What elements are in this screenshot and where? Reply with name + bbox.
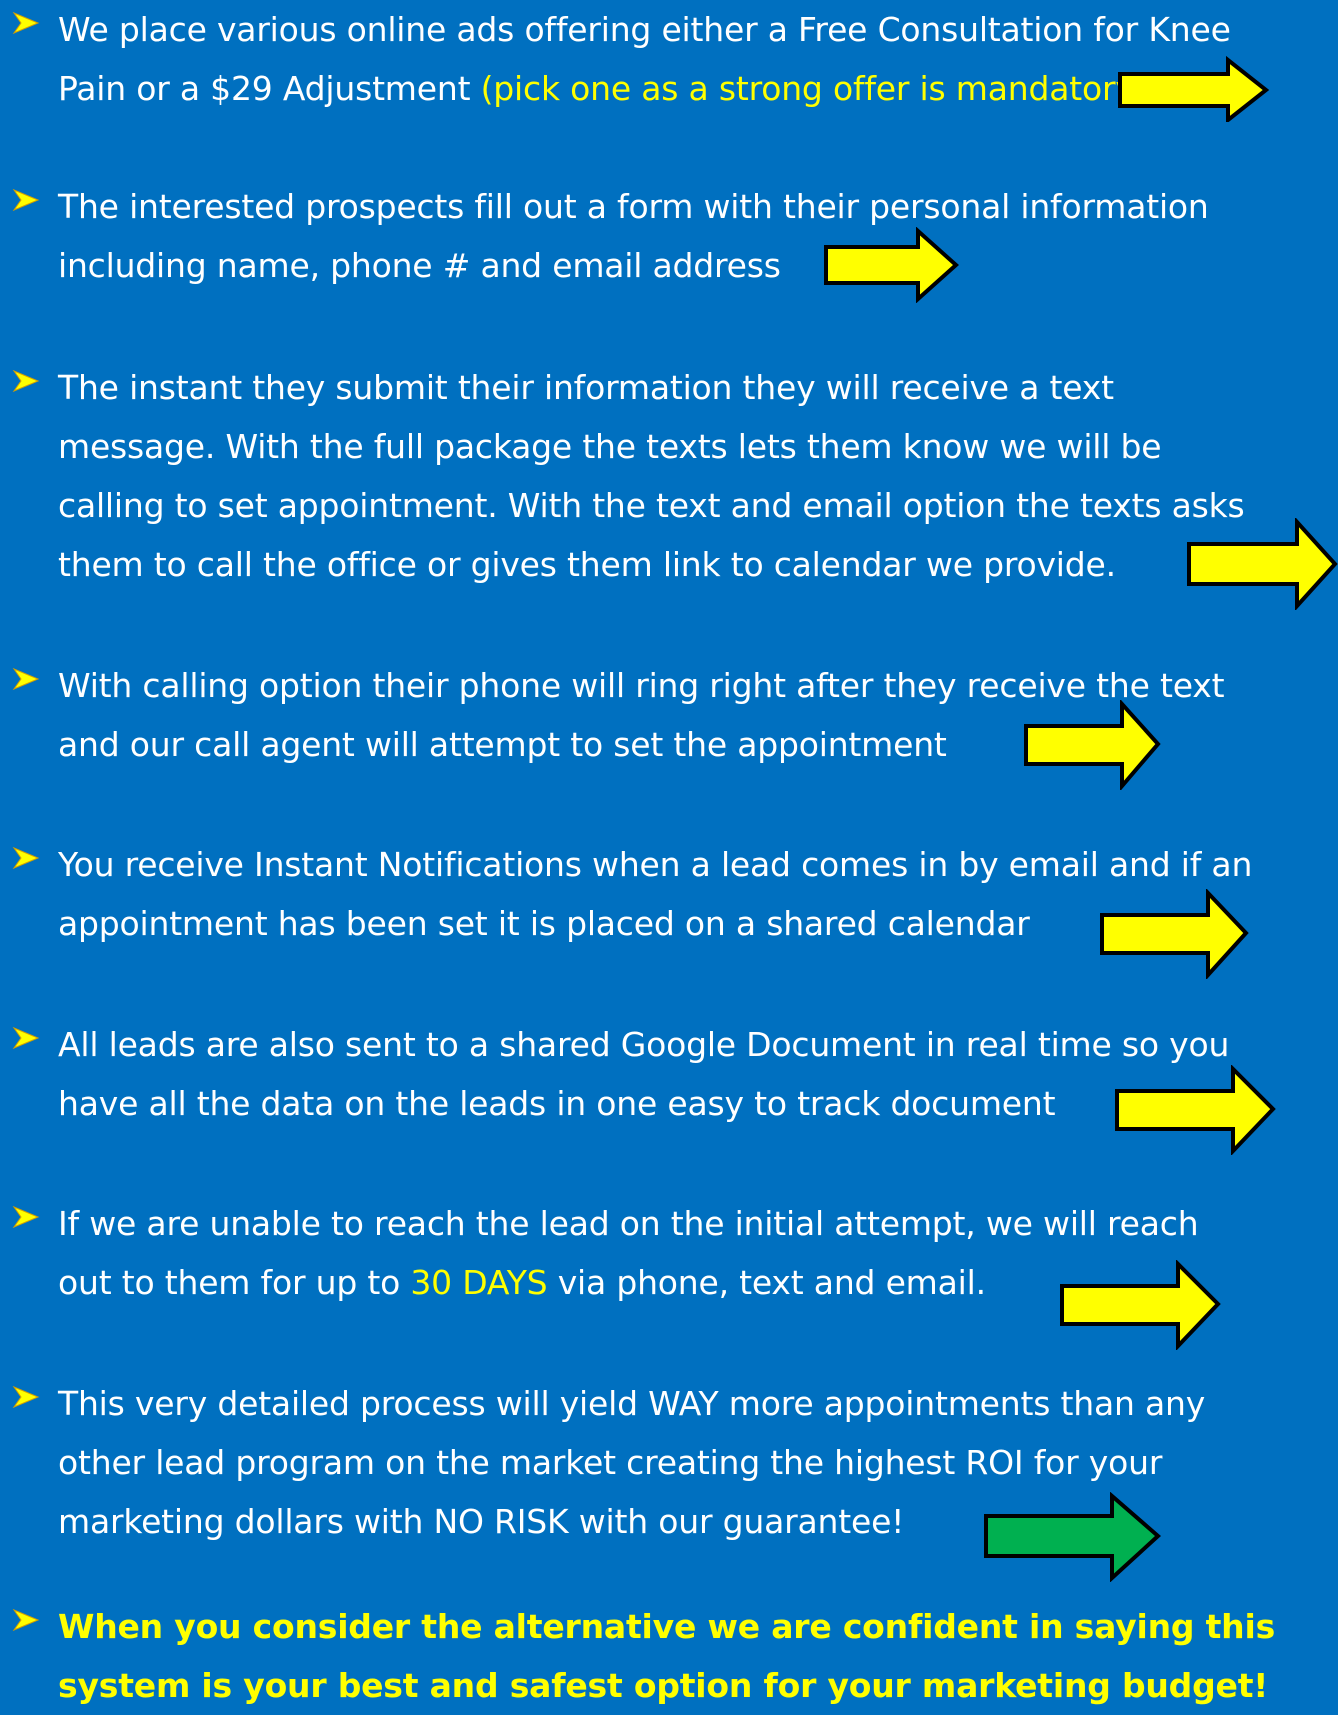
item-line: out to them for up to [58,1263,411,1302]
item-line: marketing dollars with NO RISK with our … [58,1502,905,1541]
item-line: including name, phone # and email addres… [58,246,781,285]
yellow-arrow-icon [1118,55,1270,122]
yellow-arrow-icon [824,227,959,303]
item-line: We place various online ads offering eit… [58,10,1231,49]
bullet-arrow-icon [12,667,40,691]
item-highlight: (pick one as a strong offer is mandatory… [480,69,1148,108]
yellow-arrow-icon [1024,700,1161,790]
item-line: The instant they submit their informatio… [58,368,1114,407]
bullet-arrow-icon [12,1385,40,1409]
item-line: have all the data on the leads in one ea… [58,1084,1056,1123]
item-line: The interested prospects fill out a form… [58,187,1209,226]
bullet-arrow-icon [12,1205,40,1229]
item-line: via phone, text and email. [547,1263,986,1302]
item-line: message. With the full package the texts… [58,427,1162,466]
item-line: appointment has been set it is placed on… [58,904,1030,943]
item-line: other lead program on the market creatin… [58,1443,1163,1482]
item-line: them to call the office or gives them li… [58,545,1116,584]
bullet-arrow-icon [12,1608,40,1632]
item-highlight: 30 DAYS [410,1263,548,1302]
yellow-arrow-icon [1187,518,1338,610]
item-line: system is your best and safest option fo… [58,1666,1269,1705]
green-arrow-icon [984,1492,1162,1582]
item-text: The interested prospects fill out a form… [58,177,1338,295]
bullet-arrow-icon [12,369,40,393]
item-line: and our call agent will attempt to set t… [58,725,947,764]
item-text: The instant they submit their informatio… [58,358,1338,594]
item-line: All leads are also sent to a shared Goog… [58,1025,1230,1064]
bullet-arrow-icon [12,846,40,870]
item-line: You receive Instant Notifications when a… [58,845,1253,884]
yellow-arrow-icon [1100,889,1249,979]
item-line: This very detailed process will yield WA… [58,1384,1206,1423]
item-line: calling to set appointment. With the tex… [58,486,1245,525]
item-line: If we are unable to reach the lead on th… [58,1204,1199,1243]
yellow-arrow-icon [1060,1260,1221,1350]
item-line: When you consider the alternative we are… [58,1607,1276,1646]
bullet-arrow-icon [12,11,40,35]
bullet-arrow-icon [12,1026,40,1050]
yellow-arrow-icon [1115,1065,1276,1155]
item-line: Pain or a $29 Adjustment [58,69,481,108]
item-text-bold: When you consider the alternative we are… [58,1597,1338,1715]
bullet-arrow-icon [12,188,40,212]
